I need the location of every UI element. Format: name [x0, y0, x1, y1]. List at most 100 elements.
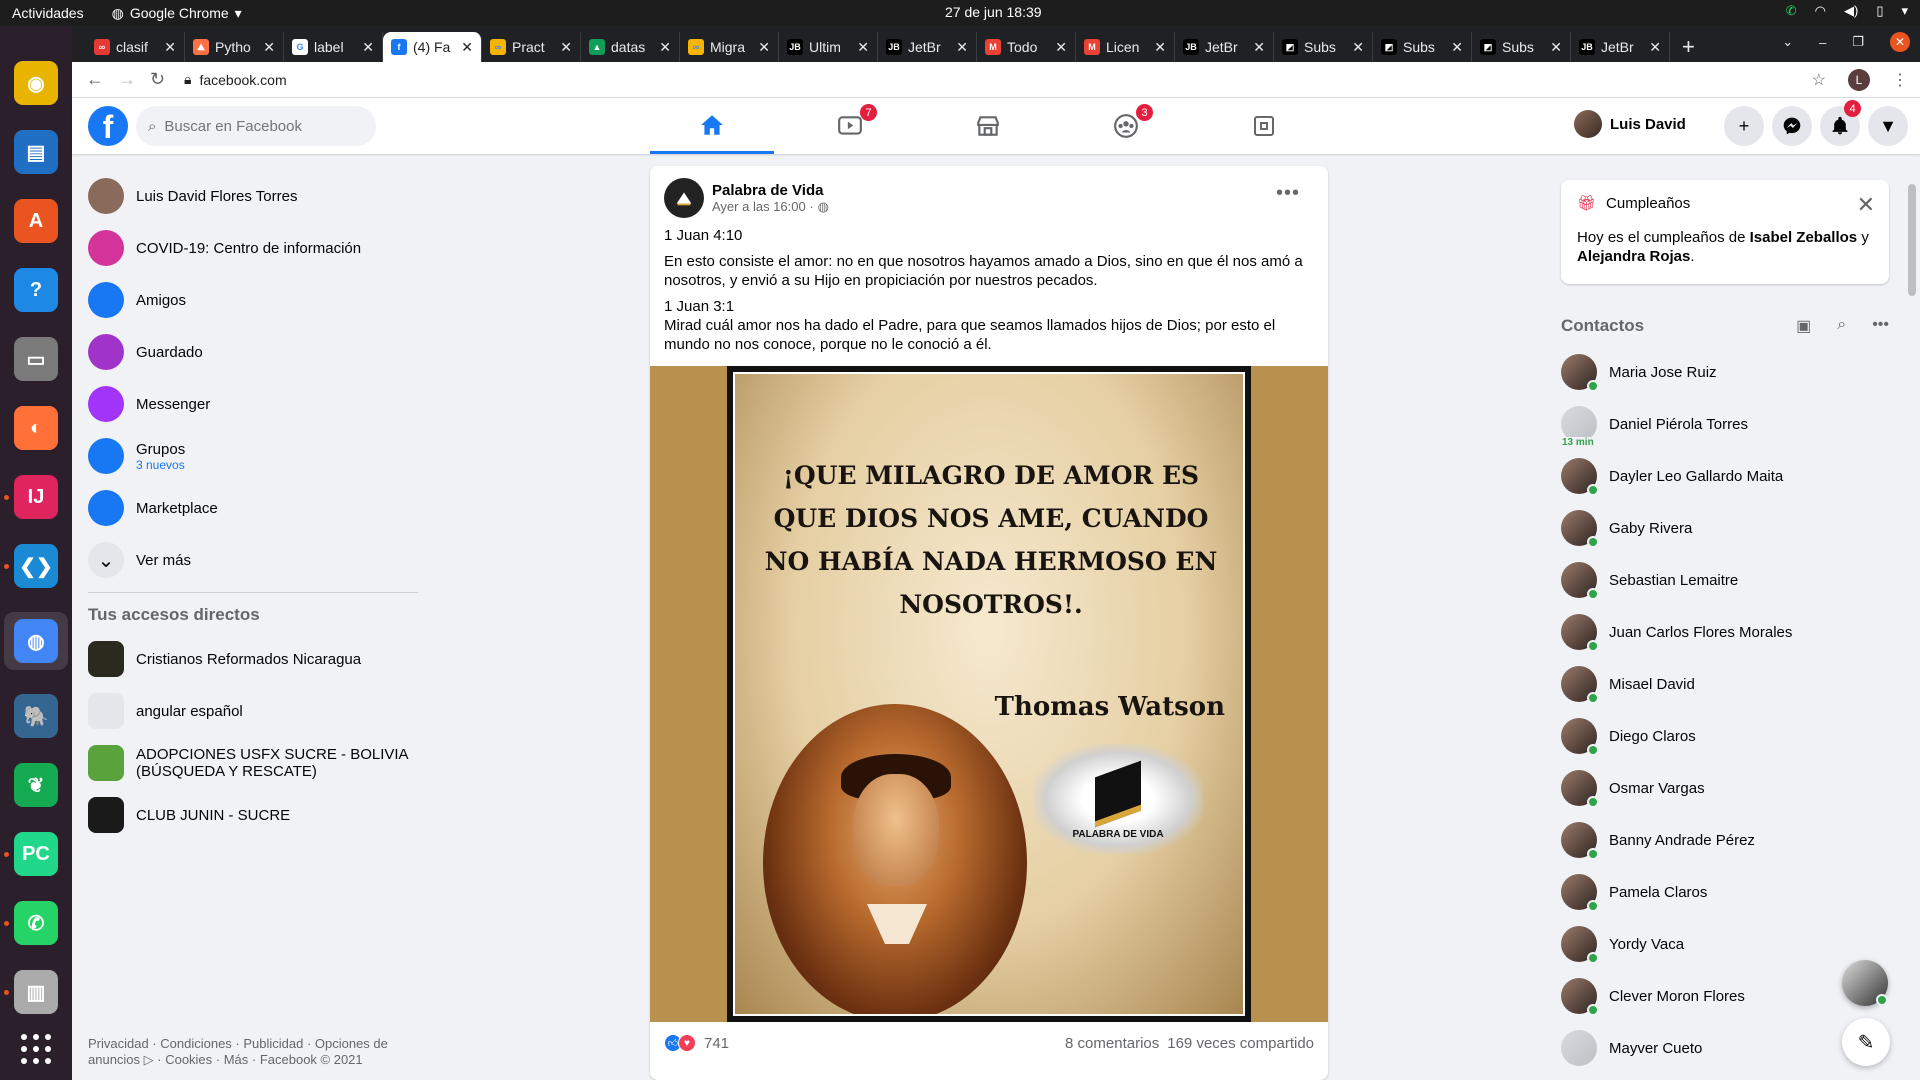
messenger-button[interactable] [1772, 106, 1812, 146]
page-name[interactable]: Palabra de Vida [712, 182, 829, 199]
shortcut-item[interactable]: angular español [80, 685, 420, 737]
tab-home[interactable] [650, 98, 774, 154]
contact-item[interactable]: Sebastian Lemaitre [1561, 554, 1889, 606]
dock-vscode-icon[interactable]: ❮❯ [4, 543, 59, 589]
browser-tab[interactable]: JB JetBr ✕ [1571, 32, 1670, 62]
shortcut-item[interactable]: CLUB JUNIN - SUCRE [80, 789, 420, 841]
contact-item[interactable]: Gaby Rivera [1561, 502, 1889, 554]
back-icon[interactable]: ← [86, 69, 104, 90]
dock-intellij-icon[interactable]: IJ [4, 474, 59, 520]
contact-item[interactable]: 13 min Daniel Piérola Torres [1561, 398, 1889, 450]
browser-tab[interactable]: JB Ultim ✕ [779, 32, 878, 62]
contact-item[interactable]: Juan Carlos Flores Morales [1561, 606, 1889, 658]
sidebar-item[interactable]: ⌄ Ver más [80, 534, 420, 586]
address-bar[interactable]: 🔒︎ facebook.com [184, 71, 287, 88]
contact-item[interactable]: Banny Andrade Pérez [1561, 814, 1889, 866]
notifications-button[interactable]: 4 [1820, 100, 1861, 146]
tab-close-icon[interactable]: ✕ [758, 39, 770, 56]
sidebar-item[interactable]: Messenger [80, 378, 420, 430]
dock-files-icon[interactable]: ▭ [13, 336, 59, 382]
tab-close-icon[interactable]: ✕ [1550, 39, 1562, 56]
header-profile[interactable]: Luis David [1574, 110, 1686, 138]
create-button[interactable]: + [1724, 106, 1764, 146]
bookmark-star-icon[interactable]: ☆ [1812, 70, 1826, 90]
browser-tab[interactable]: Glabel ✕ [284, 32, 383, 62]
app-menu[interactable]: ◍ Google Chrome ▾ [112, 5, 242, 22]
browser-tab[interactable]: JB JetBr ✕ [1175, 32, 1274, 62]
search-box[interactable]: ⌕ [136, 106, 376, 146]
tab-search-icon[interactable]: ⌄ [1782, 34, 1793, 50]
browser-tab[interactable]: M Todo ✕ [977, 32, 1076, 62]
tab-close-icon[interactable]: ✕ [1352, 39, 1364, 56]
sidebar-item[interactable]: Grupos 3 nuevos [80, 430, 420, 482]
minimize-icon[interactable]: – [1819, 35, 1826, 50]
tab-close-icon[interactable]: ✕ [1451, 39, 1463, 56]
comments-count[interactable]: 8 comentarios [1065, 1035, 1159, 1052]
tab-gaming[interactable] [1202, 98, 1326, 154]
browser-tab[interactable]: ◩ Subs ✕ [1472, 32, 1571, 62]
tab-close-icon[interactable]: ✕ [164, 39, 176, 56]
browser-tab[interactable]: JB JetBr ✕ [878, 32, 977, 62]
browser-tab[interactable]: f (4) Fa ✕ [383, 32, 482, 62]
search-icon[interactable]: ⌕ [1837, 316, 1846, 336]
tab-close-icon[interactable]: ✕ [461, 39, 473, 56]
more-options-icon[interactable]: ••• [1276, 182, 1300, 205]
dock-writer-icon[interactable]: ▤ [13, 129, 59, 175]
contact-item[interactable]: Mayver Cueto [1561, 1022, 1889, 1074]
tab-close-icon[interactable]: ✕ [1253, 39, 1265, 56]
maximize-icon[interactable]: ❐ [1852, 34, 1864, 50]
more-icon[interactable]: ••• [1872, 316, 1889, 336]
clock[interactable]: 27 de jun 18:39 [945, 4, 1042, 20]
dock-rhythmbox-icon[interactable]: ◉ [13, 60, 59, 106]
tab-close-icon[interactable]: ✕ [1154, 39, 1166, 56]
reactions-count[interactable]: 741 [704, 1035, 729, 1052]
dock-archive-icon[interactable]: ▥ [4, 969, 59, 1015]
dock-whatsapp-icon[interactable]: ✆ [4, 900, 59, 946]
sidebar-item[interactable]: COVID-19: Centro de información [80, 222, 420, 274]
profile-avatar[interactable]: L [1848, 68, 1870, 91]
browser-tab[interactable]: ∞ clasif ✕ [86, 32, 185, 62]
sidebar-item[interactable]: Guardado [80, 326, 420, 378]
tab-close-icon[interactable]: ✕ [659, 39, 671, 56]
tab-close-icon[interactable]: ✕ [362, 39, 374, 56]
contact-item[interactable]: Diego Claros [1561, 710, 1889, 762]
tab-marketplace[interactable] [926, 98, 1050, 154]
dock-software-center-icon[interactable]: A [13, 198, 59, 244]
shares-count[interactable]: 169 veces compartido [1167, 1035, 1314, 1052]
sidebar-item[interactable]: Amigos [80, 274, 420, 326]
forward-icon[interactable]: → [118, 69, 136, 90]
chat-head-avatar[interactable] [1842, 960, 1888, 1006]
search-input[interactable] [164, 117, 355, 135]
sidebar-item[interactable]: Marketplace [80, 482, 420, 534]
close-icon[interactable]: ✕ [1857, 192, 1875, 218]
tab-close-icon[interactable]: ✕ [1649, 39, 1661, 56]
reload-icon[interactable]: ↻ [150, 69, 168, 90]
tab-close-icon[interactable]: ✕ [956, 39, 968, 56]
show-applications-icon[interactable] [21, 1034, 51, 1064]
browser-tab[interactable]: M Licen ✕ [1076, 32, 1175, 62]
contact-item[interactable]: Clever Moron Flores [1561, 970, 1889, 1022]
account-menu-button[interactable]: ▼ [1868, 106, 1908, 146]
new-tab-button[interactable]: + [1682, 34, 1695, 60]
tab-close-icon[interactable]: ✕ [560, 39, 572, 56]
birthday-name[interactable]: Alejandra Rojas [1577, 248, 1690, 265]
tab-close-icon[interactable]: ✕ [263, 39, 275, 56]
sidebar-item[interactable]: Luis David Flores Torres [80, 170, 420, 222]
post-time[interactable]: Ayer a las 16:00 · ◍ [712, 199, 829, 215]
browser-tab[interactable]: ∞ Pract ✕ [482, 32, 581, 62]
contact-item[interactable]: Osmar Vargas [1561, 762, 1889, 814]
browser-tab[interactable]: ∞ Migra ✕ [680, 32, 779, 62]
browser-tab[interactable]: ▲ datas ✕ [581, 32, 680, 62]
tab-watch[interactable]: 7 [788, 98, 912, 154]
post-image[interactable]: ¡QUE MILAGRO DE AMOR ES QUE DIOS NOS AME… [650, 366, 1328, 1022]
scrollbar[interactable] [1908, 184, 1916, 296]
tab-groups[interactable]: 3 [1064, 98, 1188, 154]
dock-pgadmin-icon[interactable]: 🐘 [13, 693, 59, 739]
new-message-button[interactable]: ✎ [1842, 1018, 1890, 1066]
shortcut-item[interactable]: Cristianos Reformados Nicaragua [80, 633, 420, 685]
chrome-menu-icon[interactable]: ⋮ [1892, 70, 1908, 90]
contact-item[interactable]: Dayler Leo Gallardo Maita [1561, 450, 1889, 502]
browser-tab[interactable]: ◩ Subs ✕ [1373, 32, 1472, 62]
browser-tab[interactable]: ◩ Subs ✕ [1274, 32, 1373, 62]
footer-links[interactable]: Privacidad · Condiciones · Publicidad · … [88, 1036, 418, 1068]
